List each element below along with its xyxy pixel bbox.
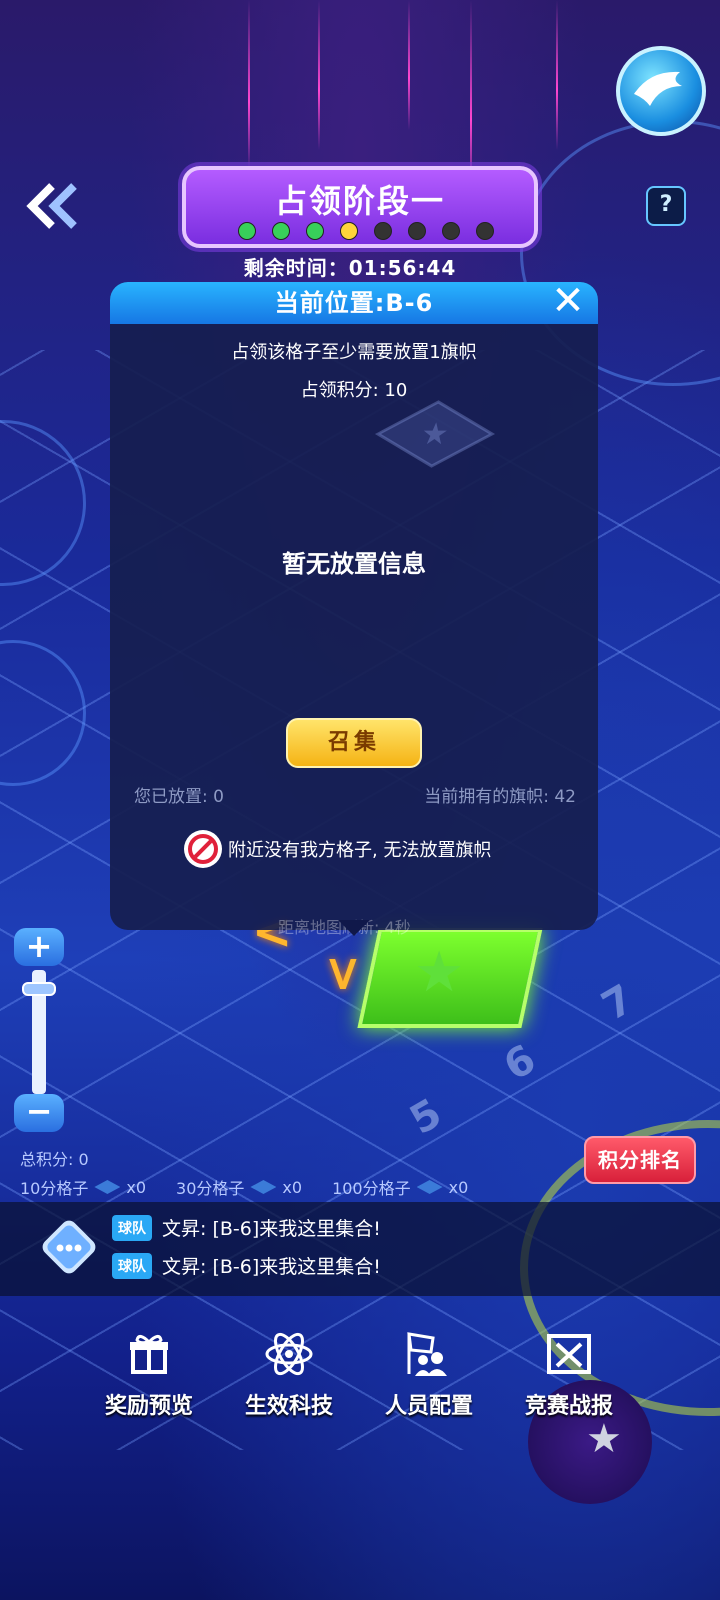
nav-label: 奖励预览: [104, 1394, 193, 1419]
ghost-tile-icon: ★: [374, 400, 496, 468]
cell-score-count: x0: [448, 1177, 469, 1197]
nav-reward-preview[interactable]: 奖励预览: [98, 1328, 200, 1420]
battle-report-icon: [543, 1328, 595, 1380]
stage-dot: [340, 222, 358, 240]
stage-dot: [442, 222, 460, 240]
help-icon[interactable]: ?: [646, 186, 686, 226]
star-icon: ★: [414, 940, 465, 1005]
cell-score-item: 10分格子 x0: [20, 1175, 146, 1199]
placement-warning: 附近没有我方格子, 无法放置旗帜: [184, 830, 491, 868]
diamond-icon: [250, 1180, 277, 1194]
location-pointer-icon: [338, 920, 370, 936]
cell-score-item: 100分格子 x0: [332, 1175, 468, 1199]
summon-button[interactable]: 召集: [286, 718, 422, 768]
stage-title: 占领阶段一: [274, 182, 445, 220]
prohibited-icon: [184, 830, 222, 868]
cell-score-label: 30分格子: [176, 1179, 245, 1198]
cell-score-label: 10分格子: [20, 1179, 89, 1198]
zoom-slider-handle[interactable]: [22, 982, 56, 996]
score-ranking-button[interactable]: 积分排名: [584, 1136, 696, 1184]
chevron-down-icon: <: [314, 953, 371, 995]
nav-label: 人员配置: [384, 1394, 473, 1419]
zoom-out-button[interactable]: −: [14, 1094, 64, 1132]
chat-message: 球队 文昇: [B-6]来我这里集合!: [112, 1214, 381, 1241]
gift-icon: [123, 1328, 175, 1380]
chat-bubble-icon[interactable]: [38, 1220, 100, 1278]
laser-beam: [408, 0, 410, 130]
zoom-in-button[interactable]: +: [14, 928, 64, 966]
stage-dot: [272, 222, 290, 240]
back-button[interactable]: [20, 178, 84, 234]
occupy-score: 占领积分: 10: [300, 380, 408, 401]
atom-icon: [263, 1328, 315, 1380]
stage-dot: [306, 222, 324, 240]
stage-banner: 占领阶段一: [182, 166, 538, 248]
svg-text:★: ★: [420, 417, 451, 452]
cell-score-count: x0: [282, 1177, 303, 1197]
warning-text: 附近没有我方格子, 无法放置旗帜: [228, 840, 492, 861]
stage-dot: [238, 222, 256, 240]
occupy-requirement: 占领该格子至少需要放置1旗帜: [231, 342, 477, 363]
cell-score-count: x0: [126, 1177, 147, 1197]
chat-message-text: 文昇: [B-6]来我这里集合!: [162, 1256, 381, 1278]
stage-progress-dots: [238, 222, 494, 240]
close-icon[interactable]: ✕: [548, 282, 588, 322]
team-tag: 球队: [112, 1214, 152, 1241]
laser-beam: [248, 0, 250, 170]
nav-label: 生效科技: [244, 1394, 333, 1419]
chat-panel[interactable]: 球队 文昇: [B-6]来我这里集合! 球队 文昇: [B-6]来我这里集合!: [0, 1202, 720, 1296]
dialog-title: 当前位置:B-6: [110, 282, 598, 324]
bird-logo-icon: [634, 71, 682, 106]
stage-dot: [408, 222, 426, 240]
diamond-icon: [94, 1180, 121, 1194]
bottom-nav: 奖励预览 生效科技 人员配置 竞赛战报: [98, 1328, 620, 1420]
stage-dot: [374, 222, 392, 240]
cell-score-summary: 10分格子 x0 30分格子 x0 100分格子 x0: [20, 1175, 468, 1199]
star-icon: ★: [586, 1416, 622, 1462]
diamond-icon: [416, 1180, 443, 1194]
team-avatar[interactable]: [616, 46, 706, 136]
remaining-time: 剩余时间：01:56:44: [243, 256, 457, 280]
nav-label: 竞赛战报: [524, 1394, 613, 1419]
position-info-dialog: 当前位置:B-6 ✕ 占领该格子至少需要放置1旗帜 占领积分: 10 ★ 暂无放…: [110, 282, 598, 930]
nav-staff-config[interactable]: 人员配置: [378, 1328, 480, 1420]
chat-message: 球队 文昇: [B-6]来我这里集合!: [112, 1252, 381, 1279]
cell-score-item: 30分格子 x0: [176, 1175, 302, 1199]
total-score: 总积分: 0: [20, 1150, 89, 1169]
nav-active-tech[interactable]: 生效科技: [238, 1328, 340, 1420]
people-flag-icon: [403, 1328, 455, 1380]
cell-score-label: 100分格子: [332, 1179, 411, 1198]
laser-beam: [556, 0, 558, 150]
stage-dot: [476, 222, 494, 240]
team-tag: 球队: [112, 1252, 152, 1279]
owned-flags-count: 当前拥有的旗帜: 42: [424, 787, 576, 807]
laser-beam: [318, 0, 320, 150]
nav-battle-report[interactable]: 竞赛战报: [518, 1328, 620, 1420]
double-chevron-left-icon: [26, 183, 77, 229]
chat-message-text: 文昇: [B-6]来我这里集合!: [162, 1218, 381, 1240]
empty-placement-text: 暂无放置信息: [282, 550, 426, 578]
placed-count: 您已放置: 0: [134, 787, 224, 807]
